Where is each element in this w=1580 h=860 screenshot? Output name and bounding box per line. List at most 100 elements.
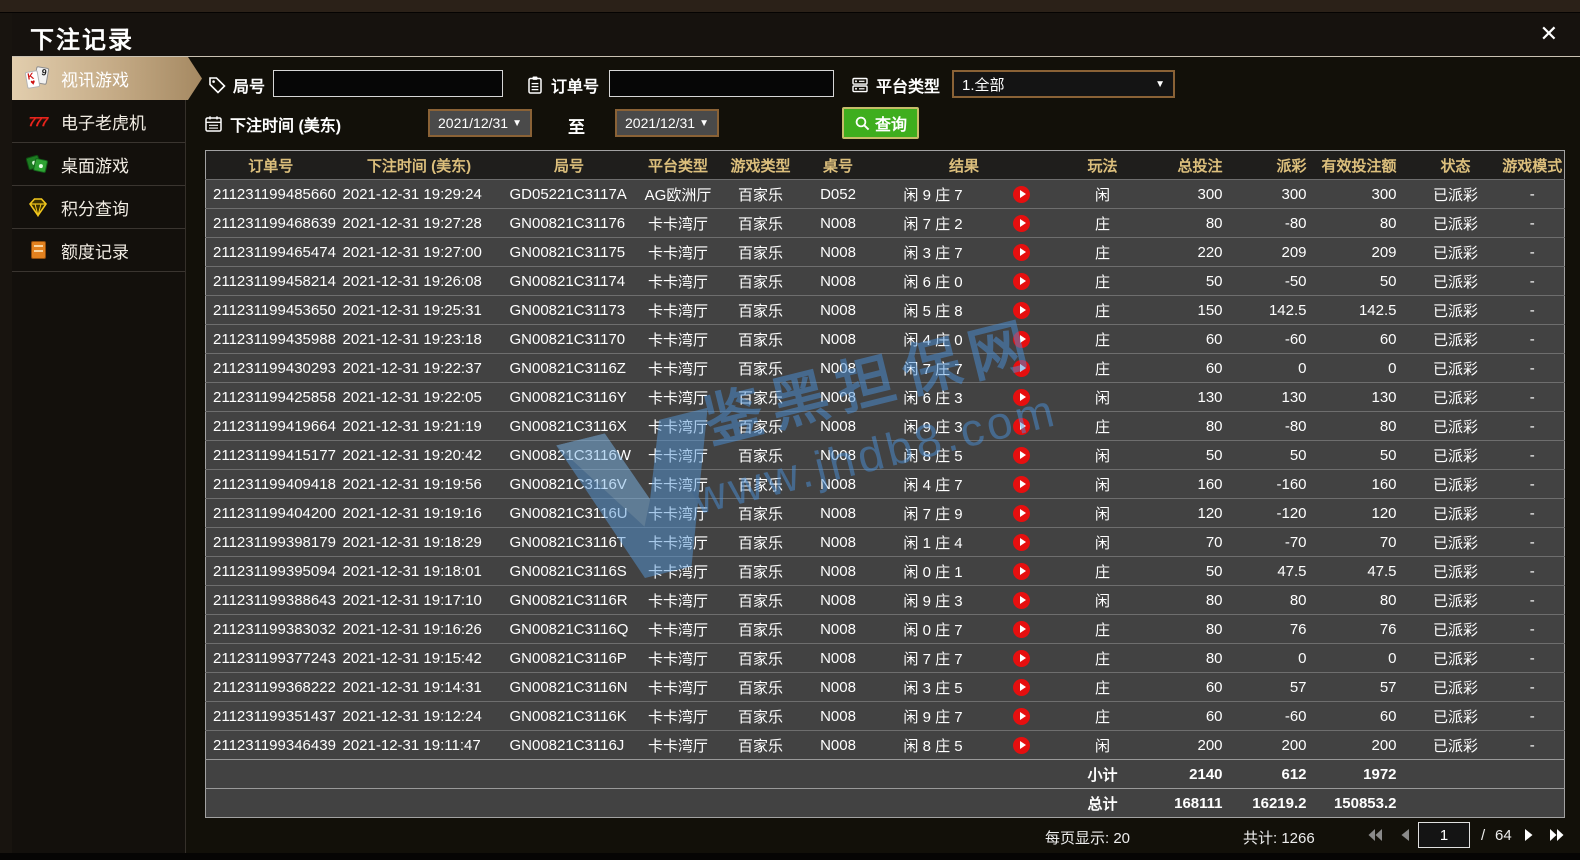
sidebar-item-table-games[interactable]: 桌面游戏 <box>12 143 185 186</box>
cell-order-number: 211231199468639 <box>205 208 336 238</box>
cell-platform-type: 卡卡湾厅 <box>635 556 721 586</box>
cell-status: 已派彩 <box>1410 208 1501 238</box>
play-icon[interactable] <box>1013 330 1030 348</box>
play-icon[interactable] <box>1013 446 1030 464</box>
play-icon[interactable] <box>1013 649 1030 667</box>
cell-payout: -50 <box>1238 266 1319 296</box>
play-icon[interactable] <box>1013 533 1030 551</box>
sidebar-item-label: 额度记录 <box>61 242 129 262</box>
sidebar-item-slots[interactable]: 777 电子老虎机 <box>12 100 185 143</box>
per-page-label: 每页显示: 20 <box>1045 830 1131 847</box>
play-icon[interactable] <box>1013 243 1030 261</box>
cell-bet-time: 2021-12-31 19:26:08 <box>335 266 503 296</box>
cell-platform-type: 卡卡湾厅 <box>635 614 721 644</box>
col-header-play-type: 玩法 <box>1052 150 1153 180</box>
play-icon[interactable] <box>1013 185 1030 203</box>
cell-result: 闲 7 庄 7 <box>875 643 991 673</box>
order-number-input[interactable] <box>609 70 834 97</box>
cell-order-number: 211231199415177 <box>205 440 336 470</box>
play-icon[interactable] <box>1013 504 1030 522</box>
table-row: 211231199404200 2021-12-31 19:19:16 GN00… <box>205 498 1565 528</box>
grand-total-label: 总计 <box>1052 788 1153 818</box>
bet-records-table: 订单号 下注时间 (美东) 局号 平台类型 游戏类型 桌号 结果 玩法 总投注 … <box>205 150 1566 818</box>
chevron-down-icon: ▼ <box>512 117 522 129</box>
subtotal-valid-bet: 1972 <box>1318 759 1411 789</box>
cell-game-mode: - <box>1500 179 1565 209</box>
play-icon[interactable] <box>1013 591 1030 609</box>
query-button[interactable]: 查询 <box>842 107 920 139</box>
cell-total-bet: 120 <box>1152 498 1239 528</box>
cell-table-number: N008 <box>800 411 876 441</box>
cell-game-type: 百家乐 <box>720 411 801 441</box>
cell-round-number: GN00821C31175 <box>502 237 636 267</box>
cell-game-type: 百家乐 <box>720 382 801 412</box>
page-number-input[interactable] <box>1418 822 1470 848</box>
calendar-icon <box>205 116 222 132</box>
cell-status: 已派彩 <box>1410 179 1501 209</box>
cell-order-number: 211231199453650 <box>205 295 336 325</box>
cell-status: 已派彩 <box>1410 266 1501 296</box>
cell-order-number: 211231199435988 <box>205 324 336 354</box>
play-icon[interactable] <box>1013 678 1030 696</box>
cell-table-number: N008 <box>800 556 876 586</box>
cell-order-number: 211231199425858 <box>205 382 336 412</box>
play-icon[interactable] <box>1013 707 1030 725</box>
bet-records-dialog: 下注记录 ✕ 9 K ♥ 视讯游戏 777 电子老虎机 桌面游戏 积分查询 额度… <box>12 13 1580 853</box>
cell-total-bet: 80 <box>1152 411 1239 441</box>
date-from-select[interactable]: 2021/12/31 ▼ <box>428 109 532 137</box>
play-icon[interactable] <box>1013 388 1030 406</box>
cell-total-bet: 80 <box>1152 614 1239 644</box>
sidebar-item-points-query[interactable]: 积分查询 <box>12 186 185 229</box>
last-page-icon[interactable] <box>1547 825 1567 845</box>
first-page-icon[interactable] <box>1365 825 1385 845</box>
cell-status: 已派彩 <box>1410 672 1501 702</box>
play-icon[interactable] <box>1013 562 1030 580</box>
play-icon[interactable] <box>1013 475 1030 493</box>
table-row: 211231199398179 2021-12-31 19:18:29 GN00… <box>205 527 1565 557</box>
cell-play-type: 庄 <box>1052 266 1153 296</box>
play-icon[interactable] <box>1013 417 1030 435</box>
cell-play-type: 庄 <box>1052 672 1153 702</box>
table-row: 211231199430293 2021-12-31 19:22:37 GN00… <box>205 353 1565 383</box>
cell-game-type: 百家乐 <box>720 324 801 354</box>
sidebar-item-live-games[interactable]: 9 K ♥ 视讯游戏 <box>12 57 202 100</box>
play-icon[interactable] <box>1013 301 1030 319</box>
cell-table-number: N008 <box>800 614 876 644</box>
platform-type-select[interactable]: 1.全部 ▼ <box>952 70 1175 98</box>
prev-page-icon[interactable] <box>1395 825 1415 845</box>
next-page-icon[interactable] <box>1519 825 1539 845</box>
cell-bet-time: 2021-12-31 19:17:10 <box>335 585 503 615</box>
cell-platform-type: 卡卡湾厅 <box>635 266 721 296</box>
cell-game-mode: - <box>1500 585 1565 615</box>
table-row: 211231199458214 2021-12-31 19:26:08 GN00… <box>205 266 1565 296</box>
date-to-select[interactable]: 2021/12/31 ▼ <box>615 109 719 137</box>
cell-play-type: 庄 <box>1052 353 1153 383</box>
cell-bet-time: 2021-12-31 19:20:42 <box>335 440 503 470</box>
round-number-input[interactable] <box>273 70 503 97</box>
cell-bet-time: 2021-12-31 19:16:26 <box>335 614 503 644</box>
table-summary: 小计 2140 612 1972 总计 168111 16219.2 15085… <box>205 759 1565 818</box>
play-icon[interactable] <box>1013 359 1030 377</box>
cell-game-type: 百家乐 <box>720 556 801 586</box>
cell-status: 已派彩 <box>1410 701 1501 731</box>
cell-round-number: GN00821C3116U <box>502 498 636 528</box>
cell-bet-time: 2021-12-31 19:19:56 <box>335 469 503 499</box>
table-header-row: 订单号 下注时间 (美东) 局号 平台类型 游戏类型 桌号 结果 玩法 总投注 … <box>205 150 1565 180</box>
cell-play-type: 庄 <box>1052 556 1153 586</box>
cell-game-mode: - <box>1500 614 1565 644</box>
cell-valid-bet: 80 <box>1318 208 1411 238</box>
cell-game-mode: - <box>1500 730 1565 760</box>
cell-payout: 57 <box>1238 672 1319 702</box>
play-icon[interactable] <box>1013 736 1030 754</box>
play-icon[interactable] <box>1013 620 1030 638</box>
cell-valid-bet: 160 <box>1318 469 1411 499</box>
col-header-table-no: 桌号 <box>800 150 876 180</box>
cell-table-number: N008 <box>800 643 876 673</box>
play-icon[interactable] <box>1013 272 1030 290</box>
cell-table-number: N008 <box>800 382 876 412</box>
cell-game-type: 百家乐 <box>720 237 801 267</box>
sidebar-item-quota-records[interactable]: 额度记录 <box>12 229 185 272</box>
cell-payout: 50 <box>1238 440 1319 470</box>
play-icon[interactable] <box>1013 214 1030 232</box>
close-icon[interactable]: ✕ <box>1540 21 1558 47</box>
